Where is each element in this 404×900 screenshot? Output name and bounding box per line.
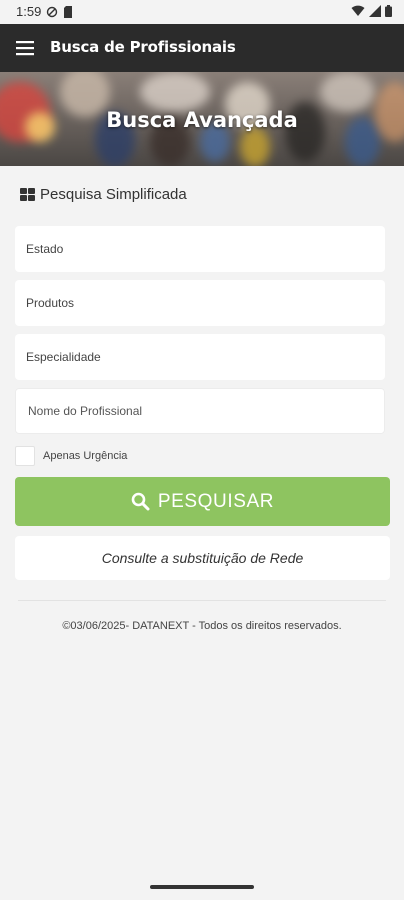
profissional-name-input[interactable] xyxy=(15,388,385,434)
app-bar: Busca de Profissionais xyxy=(0,24,404,72)
section-header: Pesquisa Simplificada xyxy=(20,186,187,203)
hero-banner: Busca Avançada xyxy=(0,72,404,166)
search-button-label: PESQUISAR xyxy=(157,490,275,512)
do-not-disturb-icon xyxy=(47,6,58,17)
status-bar: 1:59 xyxy=(0,0,404,24)
especialidade-label: Especialidade xyxy=(26,350,101,364)
estado-label: Estado xyxy=(26,242,64,256)
produtos-label: Produtos xyxy=(26,296,75,310)
estado-select[interactable]: Estado xyxy=(15,226,385,272)
hero-title: Busca Avançada xyxy=(106,108,298,132)
section-title: Pesquisa Simplificada xyxy=(40,186,187,203)
home-indicator[interactable] xyxy=(150,885,254,889)
urgencia-label: Apenas Urgência xyxy=(43,450,128,462)
urgencia-option: Apenas Urgência xyxy=(15,446,127,466)
status-right xyxy=(351,5,392,17)
grid-icon xyxy=(20,188,35,201)
especialidade-select[interactable]: Especialidade xyxy=(15,334,385,380)
search-icon xyxy=(131,492,150,511)
signal-icon xyxy=(369,5,381,17)
urgencia-checkbox[interactable] xyxy=(15,446,35,466)
divider xyxy=(18,600,386,601)
search-button[interactable]: PESQUISAR xyxy=(15,477,390,526)
menu-button[interactable] xyxy=(14,37,36,59)
wifi-icon xyxy=(351,5,365,16)
produtos-select[interactable]: Produtos xyxy=(15,280,385,326)
app-title: Busca de Profissionais xyxy=(50,38,236,56)
hamburger-menu-icon xyxy=(16,41,34,56)
battery-icon xyxy=(385,5,392,17)
footer-copyright: ©03/06/2025- DATANEXT - Todos os direito… xyxy=(62,620,342,632)
status-time: 1:59 xyxy=(16,4,42,19)
substituicao-rede-label: Consulte a substituição de Rede xyxy=(101,550,304,566)
substituicao-rede-button[interactable]: Consulte a substituição de Rede xyxy=(15,536,390,580)
profissional-field-wrapper xyxy=(15,388,385,434)
sd-card-icon xyxy=(64,5,73,18)
status-left: 1:59 xyxy=(16,4,73,19)
